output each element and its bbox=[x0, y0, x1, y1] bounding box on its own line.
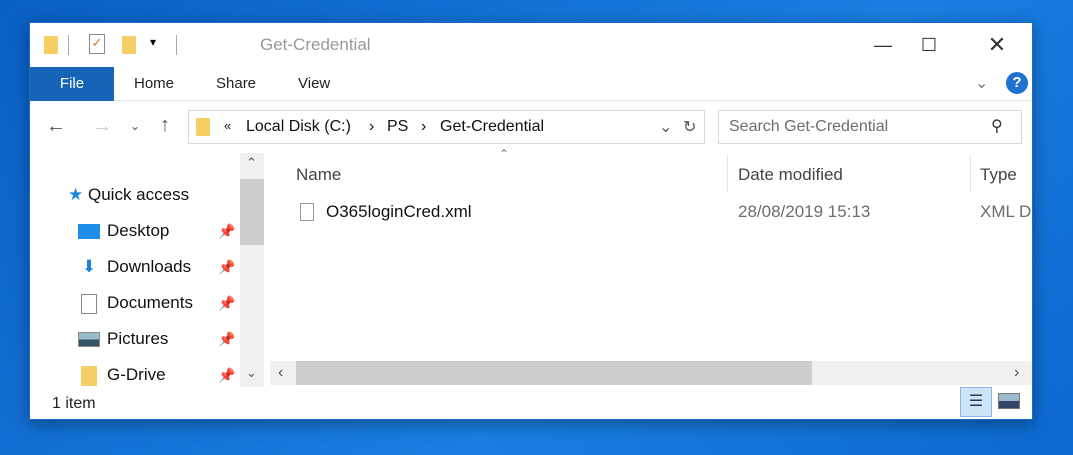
tab-share[interactable]: Share bbox=[200, 67, 272, 101]
file-icon bbox=[300, 203, 314, 221]
customize-quick-access-icon[interactable]: ▾ bbox=[150, 35, 156, 49]
back-button[interactable]: ← bbox=[46, 115, 66, 138]
file-date: 28/08/2019 15:13 bbox=[738, 202, 871, 221]
ribbon: File Home Share View ⌄ ? bbox=[30, 67, 1032, 101]
pin-icon[interactable]: 📌 bbox=[218, 367, 235, 384]
download-icon: ⬇ bbox=[81, 257, 97, 276]
tab-view[interactable]: View bbox=[282, 67, 346, 101]
g-drive-icon bbox=[81, 365, 97, 386]
details-view-button[interactable]: ☰ bbox=[960, 387, 992, 417]
refresh-icon[interactable]: ↻ bbox=[683, 117, 696, 137]
help-button[interactable]: ? bbox=[1006, 72, 1028, 94]
scroll-thumb[interactable] bbox=[240, 179, 264, 245]
search-input[interactable]: Search Get-Credential bbox=[729, 118, 888, 136]
star-icon: ★ bbox=[68, 185, 84, 204]
recent-locations-button[interactable]: ⌄ bbox=[130, 119, 140, 133]
nav-item-g-drive[interactable]: G-Drive bbox=[78, 357, 166, 393]
horizontal-scrollbar[interactable]: ‹ › bbox=[270, 361, 1032, 385]
nav-quick-access[interactable]: ★ Quick access bbox=[68, 177, 189, 213]
pin-icon[interactable]: 📌 bbox=[218, 259, 235, 276]
minimize-button[interactable]: — bbox=[860, 23, 906, 67]
scroll-up-icon: ⌃ bbox=[246, 155, 257, 170]
search-icon: ⚲ bbox=[991, 118, 1003, 135]
folder-icon bbox=[44, 36, 58, 54]
expand-ribbon-icon[interactable]: ⌄ bbox=[975, 73, 988, 93]
scroll-thumb[interactable] bbox=[296, 361, 812, 385]
overflow-chevron[interactable]: « bbox=[224, 118, 231, 133]
file-type: XML D bbox=[980, 202, 1032, 221]
title-bar: ✓ ▾ Get-Credential — ☐ ✕ bbox=[30, 23, 1032, 67]
window-title: Get-Credential bbox=[260, 35, 371, 54]
new-folder-icon[interactable] bbox=[122, 36, 136, 54]
forward-button[interactable]: → bbox=[92, 115, 112, 138]
breadcrumb-get-credential[interactable]: Get-Credential bbox=[440, 118, 544, 136]
documents-icon bbox=[81, 293, 97, 314]
file-explorer-window: ✓ ▾ Get-Credential — ☐ ✕ File Home Share… bbox=[29, 22, 1033, 420]
maximize-button[interactable]: ☐ bbox=[906, 23, 952, 67]
scroll-right-icon: › bbox=[1014, 364, 1020, 381]
large-icons-view-button[interactable] bbox=[998, 393, 1020, 409]
file-name: O365loginCred.xml bbox=[326, 202, 472, 221]
scroll-left-icon: ‹ bbox=[278, 364, 284, 381]
nav-item-pictures[interactable]: Pictures bbox=[78, 321, 168, 357]
address-bar[interactable]: « Local Disk (C:) › PS › Get-Credential … bbox=[188, 110, 705, 144]
close-button[interactable]: ✕ bbox=[974, 23, 1020, 67]
scroll-down-icon: ⌄ bbox=[246, 365, 257, 380]
nav-item-documents[interactable]: Documents bbox=[78, 285, 193, 321]
nav-item-desktop[interactable]: Desktop bbox=[78, 213, 169, 249]
sort-indicator-icon: ⌃ bbox=[499, 147, 510, 161]
file-row[interactable]: O365loginCred.xml 28/08/2019 15:13 XML D bbox=[270, 197, 1032, 227]
search-box[interactable]: Search Get-Credential ⚲ bbox=[718, 110, 1022, 144]
pin-icon[interactable]: 📌 bbox=[218, 223, 235, 240]
breadcrumb-local-disk[interactable]: Local Disk (C:) bbox=[246, 118, 351, 136]
properties-icon[interactable]: ✓ bbox=[89, 34, 105, 54]
pictures-icon bbox=[78, 332, 100, 348]
tab-file[interactable]: File bbox=[30, 67, 114, 101]
column-header-type[interactable]: Type bbox=[980, 165, 1017, 185]
pin-icon[interactable]: 📌 bbox=[218, 295, 235, 312]
column-header-date[interactable]: Date modified bbox=[738, 165, 843, 185]
nav-item-downloads[interactable]: ⬇ Downloads bbox=[78, 249, 191, 285]
breadcrumb-ps[interactable]: PS bbox=[387, 118, 408, 136]
desktop-icon bbox=[78, 224, 100, 240]
address-dropdown-icon[interactable]: ⌄ bbox=[659, 117, 672, 137]
pin-icon[interactable]: 📌 bbox=[218, 331, 235, 348]
folder-icon bbox=[196, 118, 210, 136]
nav-scrollbar[interactable]: ⌃ ⌄ bbox=[240, 153, 264, 387]
column-header-name[interactable]: Name bbox=[296, 165, 341, 185]
up-button[interactable]: ↑ bbox=[160, 114, 170, 137]
navigation-pane: ★ Quick access Desktop ⬇ Downloads Docume… bbox=[30, 153, 270, 386]
item-count: 1 item bbox=[52, 395, 96, 412]
tab-home[interactable]: Home bbox=[118, 67, 190, 101]
